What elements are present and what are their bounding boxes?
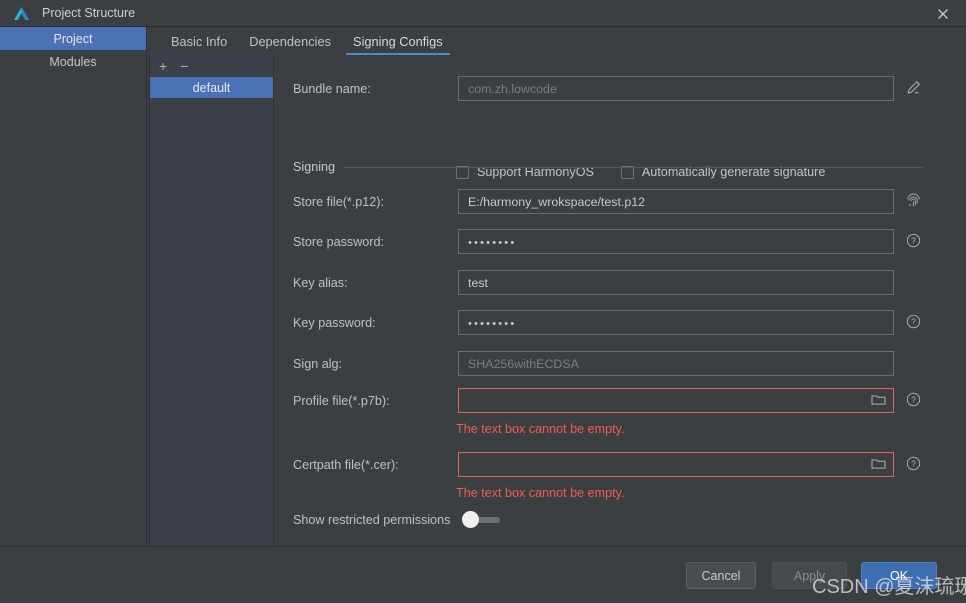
certpath-file-label: Certpath file(*.cer): — [293, 457, 399, 472]
section-title: Signing — [293, 160, 336, 174]
title-bar: Project Structure — [0, 0, 966, 27]
help-icon[interactable]: ? — [902, 452, 924, 474]
store-file-input[interactable]: E:/harmony_wrokspace/test.p12 — [458, 189, 894, 214]
sidebar-item-modules[interactable]: Modules — [0, 50, 146, 73]
deveco-logo-icon — [6, 0, 36, 26]
svg-text:?: ? — [911, 458, 916, 468]
bundle-name-row: Bundle name: com.zh.lowcode — [293, 76, 894, 101]
help-icon[interactable]: ? — [902, 310, 924, 332]
key-alias-label: Key alias: — [293, 275, 348, 290]
help-icon[interactable]: ? — [902, 388, 924, 410]
svg-text:?: ? — [911, 316, 916, 326]
signing-config-list-panel: + − default — [149, 55, 274, 545]
store-password-value: •••••••• — [468, 237, 517, 249]
minus-icon[interactable]: − — [180, 59, 188, 73]
key-password-row: Key password: •••••••• — [293, 310, 894, 335]
sidebar-item-label: Modules — [49, 54, 97, 69]
project-structure-dialog: Project Structure Project Modules Basic … — [0, 0, 966, 603]
show-restricted-permissions-toggle[interactable] — [462, 511, 501, 528]
bundle-name-value: com.zh.lowcode — [468, 81, 557, 96]
certpath-file-input[interactable] — [458, 452, 894, 477]
profile-file-error: The text box cannot be empty. — [456, 422, 625, 436]
key-password-value: •••••••• — [468, 318, 517, 330]
profile-file-input[interactable] — [458, 388, 894, 413]
store-file-label: Store file(*.p12): — [293, 194, 384, 209]
profile-file-label: Profile file(*.p7b): — [293, 393, 390, 408]
key-alias-row: Key alias: test — [293, 270, 894, 295]
key-password-label: Key password: — [293, 315, 376, 330]
folder-icon[interactable] — [871, 393, 886, 408]
key-password-input[interactable]: •••••••• — [458, 310, 894, 335]
store-password-label: Store password: — [293, 234, 384, 249]
tab-basic-info[interactable]: Basic Info — [160, 34, 238, 55]
fingerprint-icon[interactable] — [902, 189, 924, 211]
key-alias-value: test — [468, 275, 488, 290]
cancel-button[interactable]: Cancel — [686, 562, 756, 589]
ok-button[interactable]: OK — [861, 562, 937, 589]
tab-signing-configs[interactable]: Signing Configs — [342, 34, 454, 55]
certpath-file-error: The text box cannot be empty. — [456, 486, 625, 500]
toggle-label: Show restricted permissions — [293, 513, 451, 527]
svg-text:?: ? — [911, 394, 916, 404]
tab-label: Signing Configs — [353, 34, 443, 49]
tab-label: Basic Info — [171, 34, 228, 49]
signing-section-header: Signing — [293, 160, 923, 174]
profile-file-row: Profile file(*.p7b): — [293, 388, 894, 413]
tab-dependencies[interactable]: Dependencies — [238, 34, 342, 55]
svg-text:?: ? — [911, 235, 916, 245]
sign-alg-row: Sign alg: SHA256withECDSA — [293, 351, 894, 376]
store-password-input[interactable]: •••••••• — [458, 229, 894, 254]
left-navigation: Project Modules — [0, 27, 147, 546]
sign-alg-value: SHA256withECDSA — [468, 356, 579, 371]
store-password-row: Store password: •••••••• — [293, 229, 894, 254]
plus-icon[interactable]: + — [159, 59, 167, 73]
store-file-row: Store file(*.p12): E:/harmony_wrokspace/… — [293, 189, 894, 214]
tab-label: Dependencies — [249, 34, 332, 49]
apply-button-label: Apply — [793, 568, 826, 583]
section-divider — [343, 166, 923, 168]
folder-icon[interactable] — [871, 457, 886, 472]
key-alias-input[interactable]: test — [458, 270, 894, 295]
sidebar-item-label: Project — [53, 31, 93, 46]
help-icon[interactable]: ? — [902, 229, 924, 251]
sign-alg-label: Sign alg: — [293, 356, 343, 371]
store-file-value: E:/harmony_wrokspace/test.p12 — [468, 194, 646, 209]
signing-form: Bundle name: com.zh.lowcode Support Harm… — [274, 55, 966, 545]
close-icon[interactable] — [934, 5, 952, 23]
show-restricted-permissions-row: Show restricted permissions — [293, 511, 501, 528]
window-title: Project Structure — [42, 6, 136, 20]
toggle-knob — [462, 511, 480, 528]
ok-button-label: OK — [889, 568, 909, 583]
dialog-footer: Cancel Apply OK — [0, 546, 966, 603]
sidebar-item-project[interactable]: Project — [0, 27, 146, 50]
bundle-name-input[interactable]: com.zh.lowcode — [458, 76, 894, 101]
apply-button[interactable]: Apply — [772, 562, 847, 589]
sign-alg-input[interactable]: SHA256withECDSA — [458, 351, 894, 376]
config-item-label: default — [192, 80, 231, 95]
certpath-file-row: Certpath file(*.cer): — [293, 452, 894, 477]
tab-bar: Basic Info Dependencies Signing Configs — [147, 27, 966, 55]
cancel-button-label: Cancel — [701, 568, 741, 583]
bundle-name-label: Bundle name: — [293, 81, 371, 96]
pencil-icon[interactable] — [902, 76, 924, 98]
config-list-toolbar: + − — [150, 55, 273, 77]
list-item[interactable]: default — [150, 77, 273, 98]
